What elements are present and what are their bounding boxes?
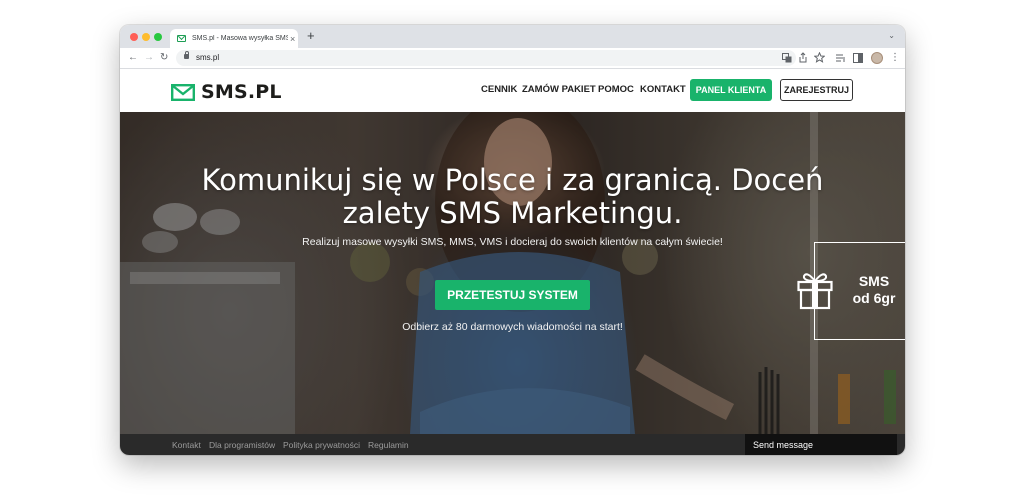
tab-close-icon[interactable]: × [290,34,295,44]
footer-link-kontakt[interactable]: Kontakt [172,440,201,450]
footer-link-polityka-prywatnosci[interactable]: Polityka prywatności [283,440,360,450]
tab-search-chevron-icon[interactable]: ⌄ [888,31,895,40]
logo-text: SMS.PL [201,81,282,103]
register-button[interactable]: ZAREJESTRUJ [780,79,853,101]
address-bar[interactable]: sms.pl [176,50,796,66]
envelope-favicon-icon [177,35,186,42]
tab-title: SMS.pl - Masowa wysyłka SMS [192,35,288,42]
browser-window: SMS.pl - Masowa wysyłka SMS × + ⌄ ← → ↻ … [120,25,905,455]
envelope-logo-icon [171,83,195,101]
gift-icon [797,273,833,310]
back-arrow-icon[interactable]: ← [128,51,138,65]
hero-section: Komunikuj się w Polsce i za granicą. Doc… [120,112,905,434]
browser-tab[interactable]: SMS.pl - Masowa wysyłka SMS × [170,29,298,48]
sidebar-icon[interactable] [853,53,863,63]
lock-icon [184,51,189,59]
site-logo[interactable]: SMS.PL [171,81,282,103]
minimize-window-button[interactable] [142,33,150,41]
nav-link-zamow-pakiet[interactable]: ZAMÓW PAKIET [522,84,596,95]
test-system-button[interactable]: PRZETESTUJ SYSTEM [435,280,590,310]
hero-subtitle: Realizuj masowe wysyłki SMS, MMS, VMS i … [302,236,723,248]
star-icon[interactable] [814,52,825,63]
hero-title: Komunikuj się w Polsce i za granicą. Doc… [201,163,824,230]
browser-toolbar: ← → ↻ sms.pl ⋮ [120,48,905,69]
profile-avatar[interactable] [871,52,883,64]
sms-price-promo[interactable]: SMS od 6gr [797,242,905,340]
share-icon[interactable] [798,52,808,63]
close-window-button[interactable] [130,33,138,41]
hero-note: Odbierz aż 80 darmowych wiadomości na st… [402,321,623,333]
promo-line-price: od 6gr [852,290,896,306]
panel-klienta-button[interactable]: PANEL KLIENTA [690,79,772,101]
hero-overlay [120,112,905,434]
reload-icon[interactable]: ↻ [160,51,168,65]
nav-link-kontakt[interactable]: KONTAKT [640,84,686,95]
send-message-widget[interactable]: Send message [745,434,897,455]
nav-link-pomoc[interactable]: POMOC [598,84,634,95]
footer-link-regulamin[interactable]: Regulamin [368,440,409,450]
url-text: sms.pl [196,53,220,62]
tab-strip: SMS.pl - Masowa wysyłka SMS × + ⌄ [120,25,905,48]
new-tab-button[interactable]: + [307,29,315,43]
forward-arrow-icon[interactable]: → [144,51,154,65]
nav-link-cennik[interactable]: CENNIK [481,84,517,95]
promo-text: SMS od 6gr [847,273,901,307]
translate-icon[interactable] [782,53,792,63]
menu-kebab-icon[interactable]: ⋮ [890,51,900,65]
site-header: SMS.PL CENNIK ZAMÓW PAKIET POMOC KONTAKT… [120,69,905,112]
promo-line-sms: SMS [858,273,890,289]
footer-link-dla-programistow[interactable]: Dla programistów [209,440,275,450]
maximize-window-button[interactable] [154,33,162,41]
reading-list-icon[interactable] [836,53,846,63]
